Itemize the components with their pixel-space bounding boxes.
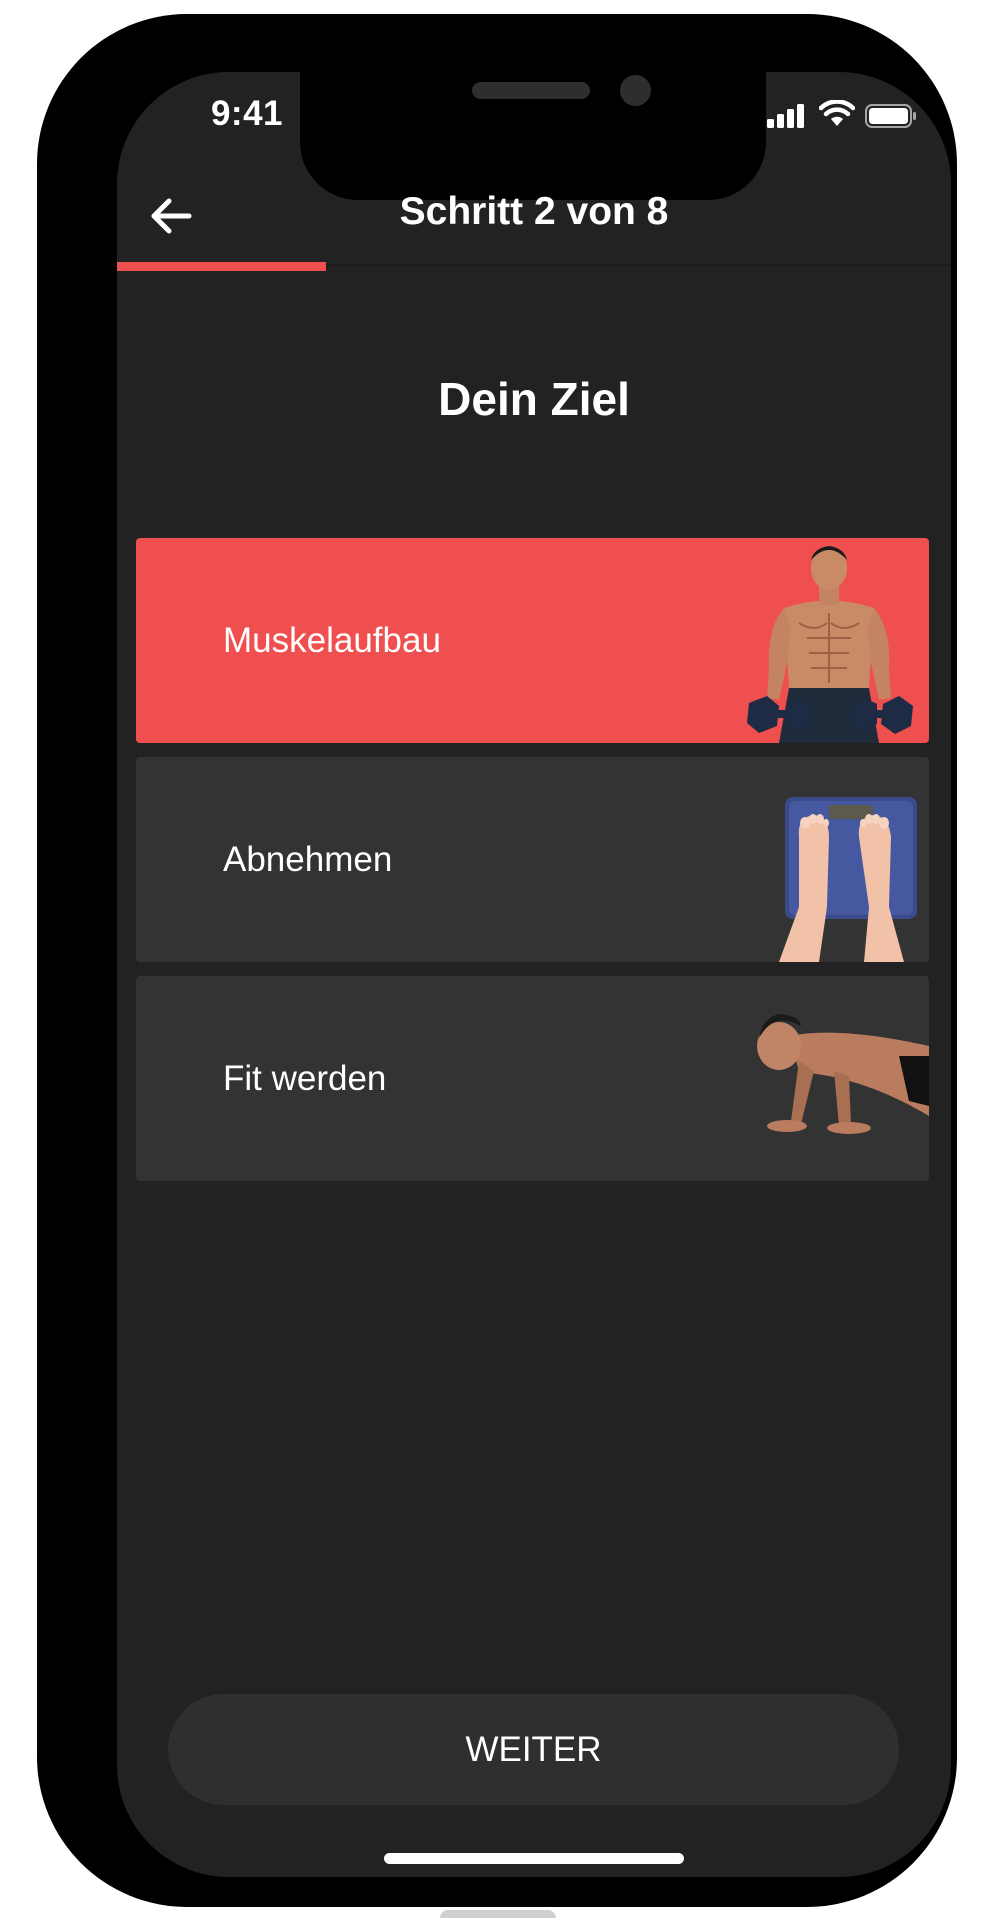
app-screen: 9:41 Schritt 2 von 8 Dein Ziel Muskelauf… bbox=[117, 72, 951, 1877]
status-icons bbox=[767, 100, 917, 130]
phone-frame: 9:41 Schritt 2 von 8 Dein Ziel Muskelauf… bbox=[37, 14, 957, 1907]
progress-fill bbox=[117, 262, 326, 271]
goal-option-abnehmen[interactable]: Abnehmen bbox=[136, 757, 929, 962]
goal-label: Fit werden bbox=[223, 1059, 387, 1098]
battery-icon bbox=[865, 104, 916, 128]
status-time: 9:41 bbox=[210, 94, 284, 133]
weiter-button[interactable]: WEITER bbox=[168, 1694, 899, 1805]
signal-icon bbox=[767, 104, 804, 128]
wifi-icon bbox=[819, 100, 855, 126]
goal-label: Abnehmen bbox=[223, 840, 393, 879]
home-indicator bbox=[384, 1853, 684, 1864]
speaker-grille bbox=[472, 82, 590, 99]
back-button[interactable] bbox=[139, 184, 203, 248]
goal-label: Muskelaufbau bbox=[223, 621, 441, 660]
muscle-man-image bbox=[747, 546, 913, 743]
pushup-man-image bbox=[757, 1014, 929, 1134]
notch bbox=[300, 72, 766, 200]
scale-feet-image bbox=[779, 797, 917, 962]
goal-option-muskelaufbau[interactable]: Muskelaufbau bbox=[136, 538, 929, 743]
phone-side-button bbox=[440, 1910, 556, 1918]
front-camera bbox=[620, 75, 651, 106]
arrow-left-icon bbox=[151, 198, 192, 234]
nav-title: Schritt 2 von 8 bbox=[399, 190, 669, 233]
goal-option-fit-werden[interactable]: Fit werden bbox=[136, 976, 929, 1181]
page-title: Dein Ziel bbox=[438, 373, 630, 425]
progress-bar bbox=[117, 262, 951, 271]
